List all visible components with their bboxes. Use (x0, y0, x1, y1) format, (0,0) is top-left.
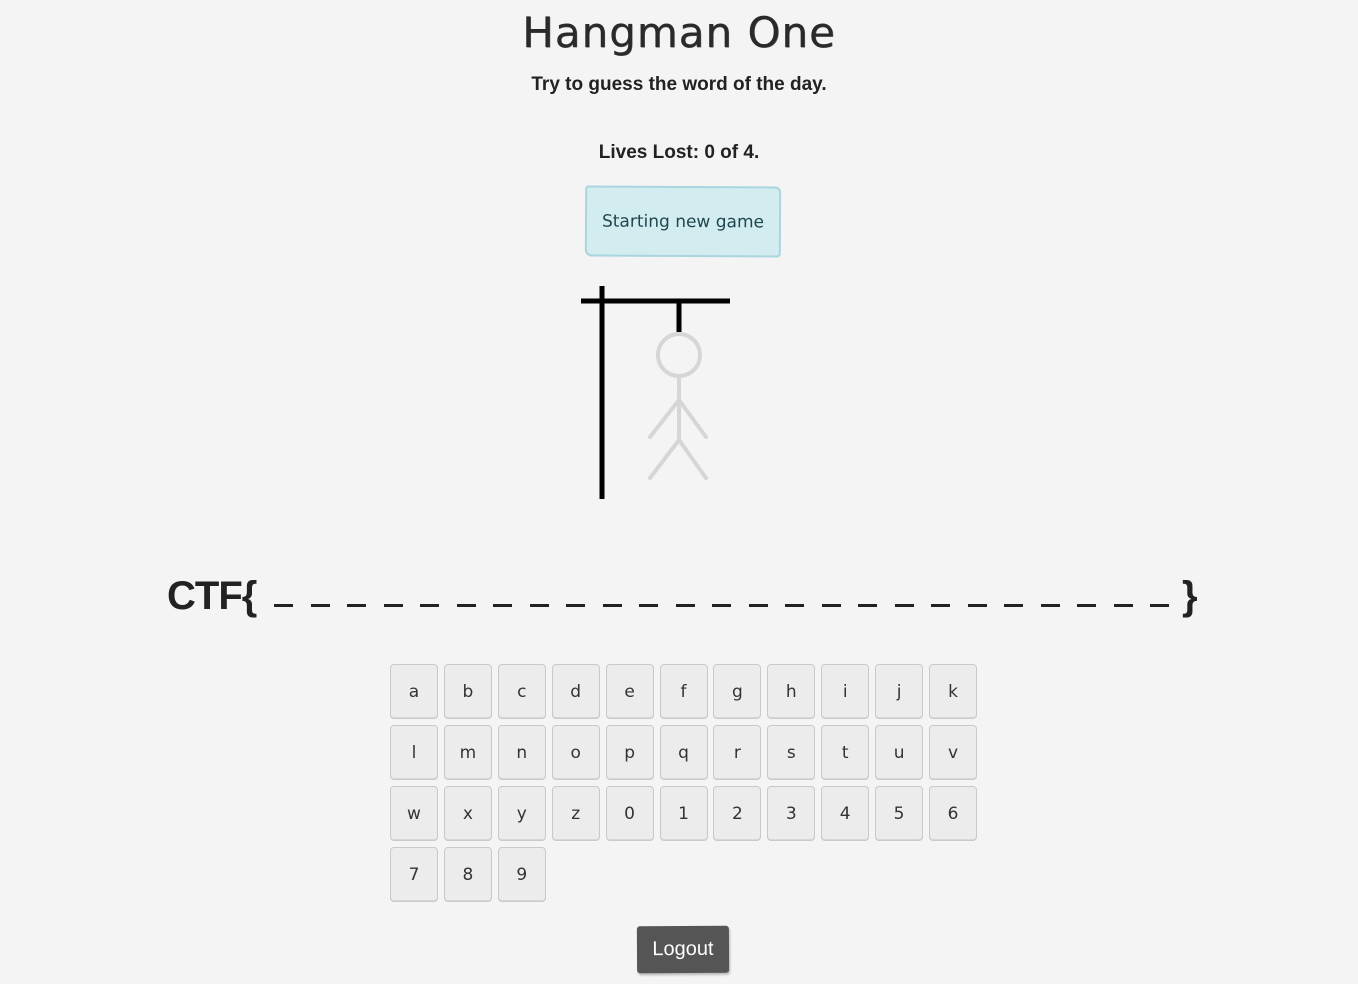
letter-slot (529, 604, 549, 607)
key-a[interactable]: a (390, 664, 438, 719)
key-x[interactable]: x (443, 786, 492, 841)
key-u[interactable]: u (875, 725, 924, 780)
page-title: Hangman One (522, 8, 836, 57)
key-s[interactable]: s (767, 725, 816, 780)
key-z[interactable]: z (551, 786, 600, 841)
letter-slot (456, 604, 476, 607)
letter-slot (310, 604, 330, 607)
key-v[interactable]: v (929, 725, 977, 780)
key-q[interactable]: q (659, 725, 708, 780)
letter-slot (602, 604, 622, 607)
figure-head (656, 332, 702, 378)
key-b[interactable]: b (443, 664, 492, 719)
key-j[interactable]: j (875, 664, 924, 719)
letter-slot (1150, 604, 1169, 607)
key-c[interactable]: c (497, 664, 546, 719)
letter-slot (566, 604, 585, 607)
letter-slot (639, 604, 658, 607)
page-subtitle: Try to guess the word of the day. (531, 74, 827, 95)
letter-slot (894, 604, 914, 607)
key-h[interactable]: h (767, 664, 816, 719)
letter-slot (967, 604, 987, 607)
key-6[interactable]: 6 (929, 786, 977, 841)
hangman-figure (648, 332, 708, 480)
key-r[interactable]: r (713, 725, 762, 780)
letter-slot (931, 604, 950, 607)
hangman-gallows-drawing (581, 286, 730, 499)
letter-slot (383, 604, 403, 607)
key-3[interactable]: 3 (767, 786, 816, 841)
figure-right-arm (677, 398, 708, 439)
key-g[interactable]: g (713, 664, 762, 719)
word-suffix: } (1182, 574, 1198, 618)
letter-slot (347, 604, 366, 607)
letter-slot (1040, 604, 1060, 607)
lives-counter: Lives Lost: 0 of 4. (598, 142, 760, 163)
letter-slot (274, 604, 293, 607)
word-prefix: CTF{ (167, 574, 257, 618)
hangman-page: Hangman One Try to guess the word of the… (0, 0, 1358, 984)
key-m[interactable]: m (443, 725, 492, 780)
letter-slot (748, 604, 768, 607)
key-e[interactable]: e (605, 664, 654, 719)
key-n[interactable]: n (497, 725, 546, 780)
key-t[interactable]: t (821, 725, 870, 780)
key-w[interactable]: w (390, 786, 438, 841)
logout-button[interactable]: Logout (636, 925, 730, 974)
key-f[interactable]: f (659, 664, 708, 719)
key-7[interactable]: 7 (390, 847, 438, 902)
figure-right-leg (677, 438, 708, 480)
key-k[interactable]: k (929, 664, 977, 719)
key-0[interactable]: 0 (605, 786, 654, 841)
key-1[interactable]: 1 (659, 786, 708, 841)
figure-left-arm (648, 398, 681, 439)
secret-word: CTF{ } (167, 574, 1207, 630)
key-o[interactable]: o (551, 725, 600, 780)
status-message-box: Starting new game (584, 185, 782, 258)
letter-slot (712, 604, 731, 607)
key-5[interactable]: 5 (875, 786, 924, 841)
key-8[interactable]: 8 (443, 847, 492, 902)
key-y[interactable]: y (497, 786, 546, 841)
letter-slot (675, 604, 695, 607)
letter-slot (1113, 604, 1133, 607)
key-d[interactable]: d (551, 664, 600, 719)
key-i[interactable]: i (821, 664, 870, 719)
letter-slot (821, 604, 841, 607)
letter-slot (1077, 604, 1096, 607)
letter-slot (858, 604, 877, 607)
key-l[interactable]: l (390, 725, 438, 780)
letter-slot (1004, 604, 1023, 607)
letter-slot (420, 604, 439, 607)
key-4[interactable]: 4 (821, 786, 870, 841)
letter-slot (785, 604, 804, 607)
letter-keyboard: abcdefghijk lmnopqrstuv wxyz0123456 789 (390, 664, 980, 904)
key-p[interactable]: p (605, 725, 654, 780)
letter-slot (493, 604, 512, 607)
figure-left-leg (648, 438, 681, 480)
key-2[interactable]: 2 (713, 786, 762, 841)
key-9[interactable]: 9 (497, 847, 546, 902)
status-message: Starting new game (601, 211, 765, 232)
